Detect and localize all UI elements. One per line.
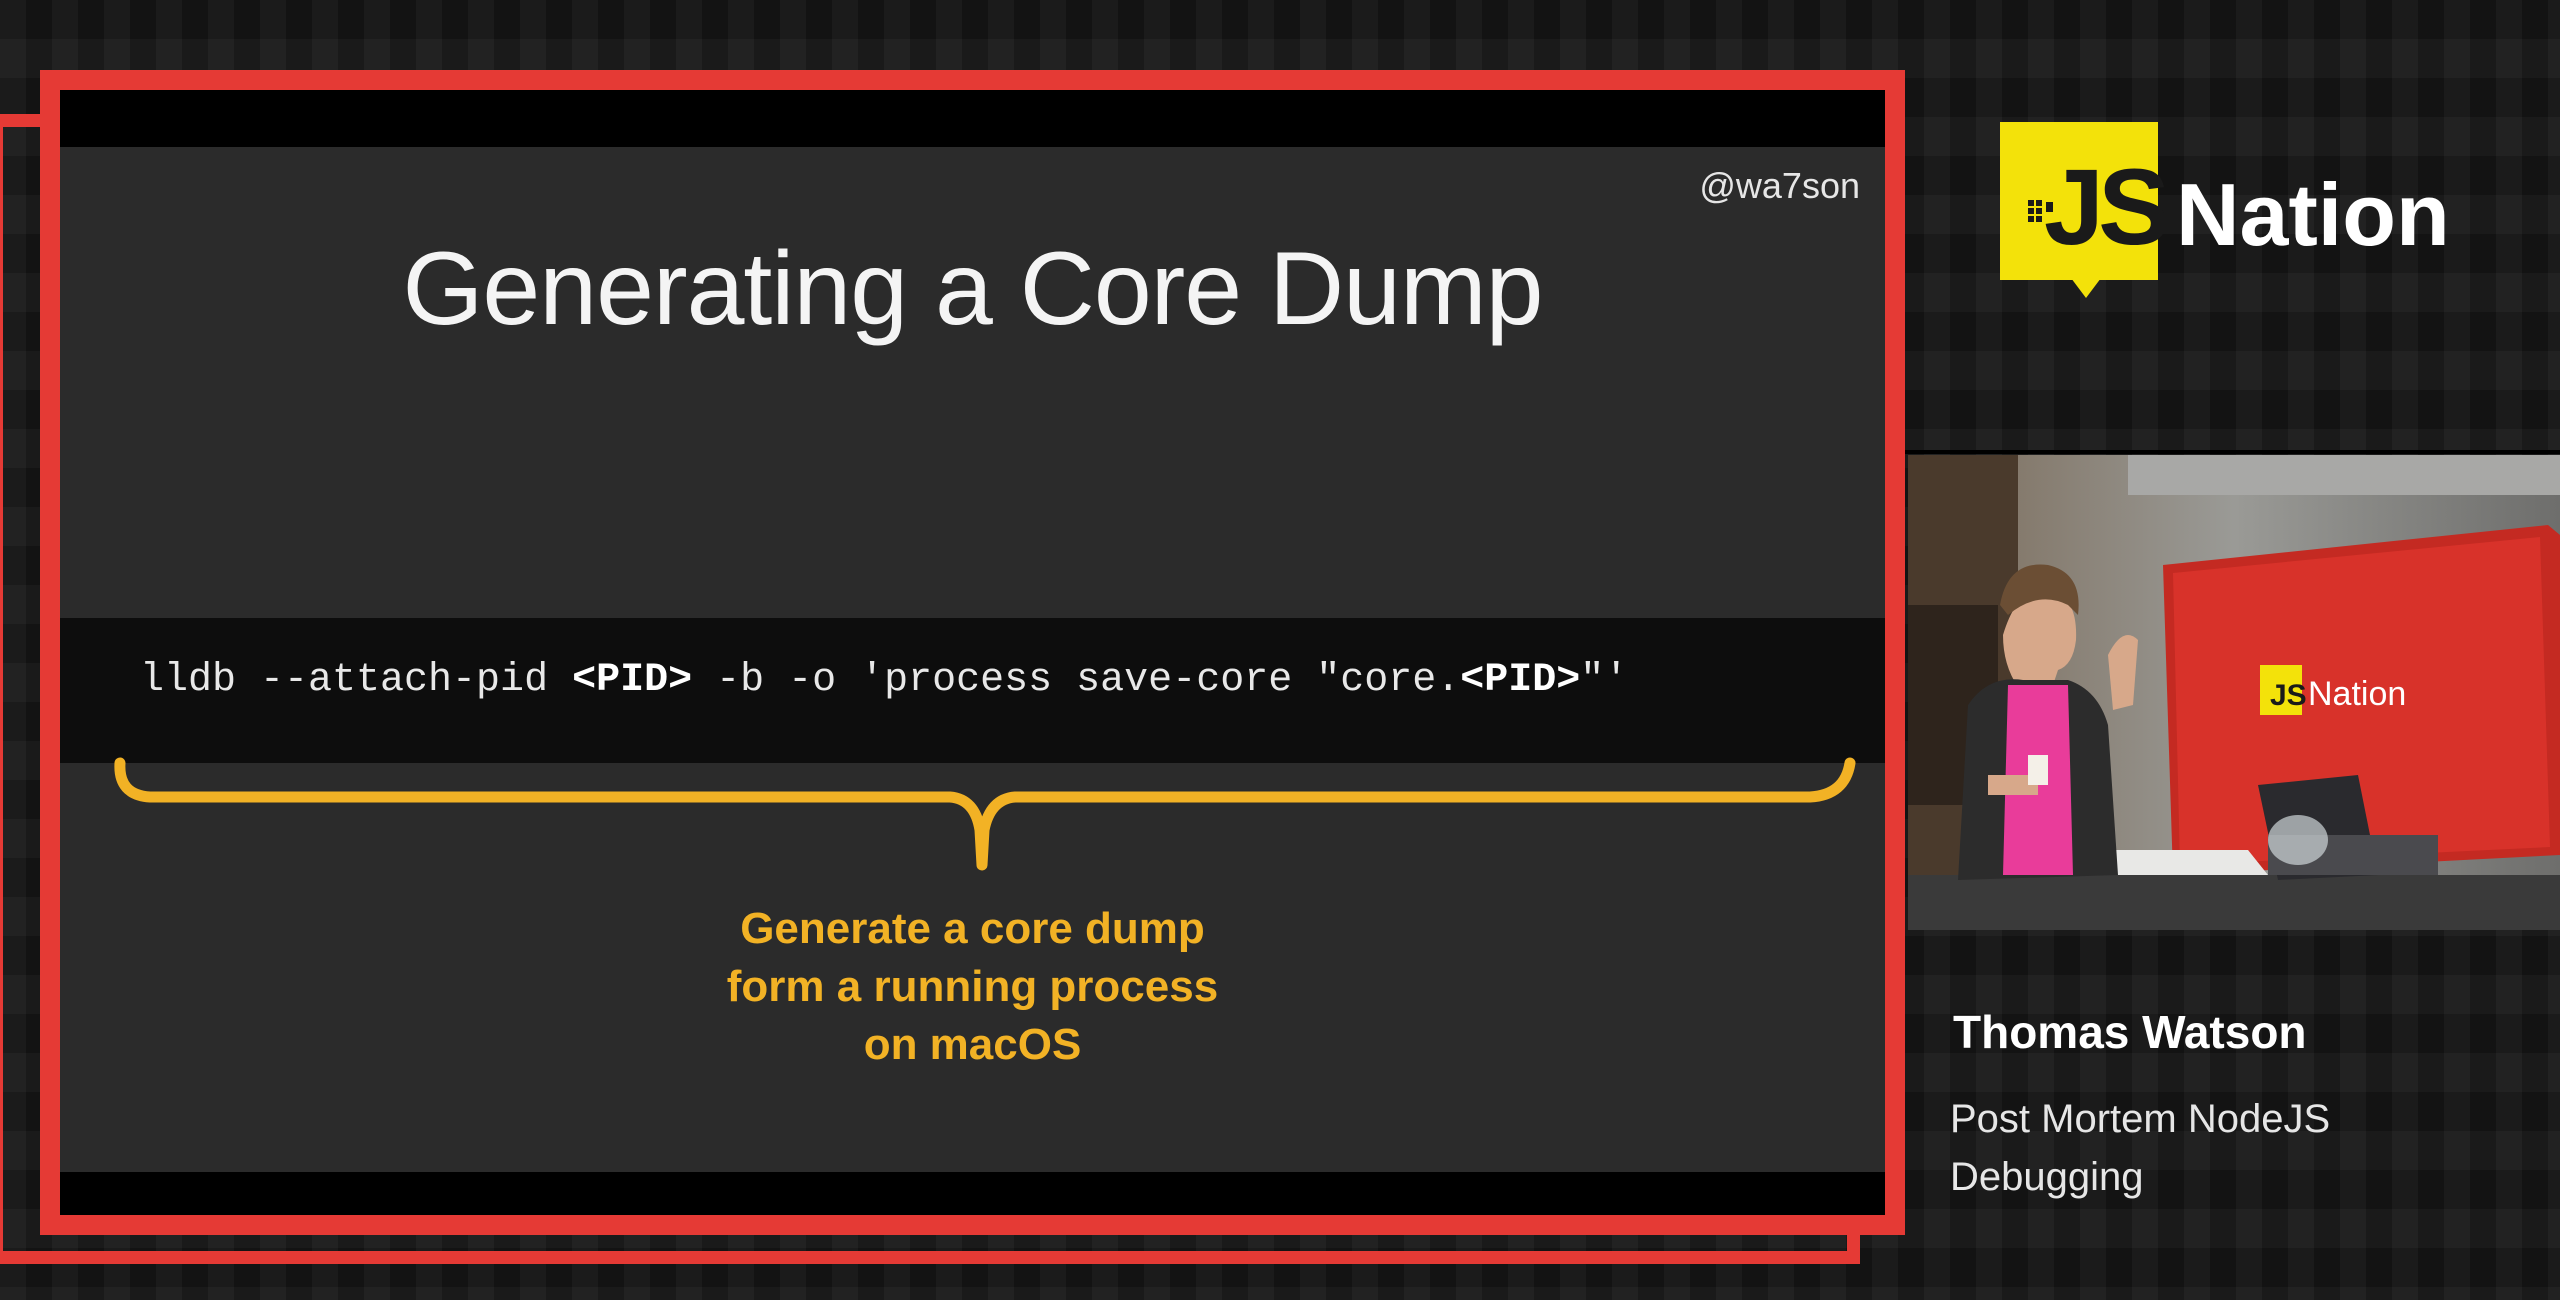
curly-brace-annotation xyxy=(114,757,1856,871)
caption-line-3: on macOS xyxy=(863,1020,1082,1069)
logo-badge-tail xyxy=(2068,274,2104,298)
logo-wordmark: Nation xyxy=(2176,165,2450,264)
speaker-name: Thomas Watson xyxy=(1953,1006,2307,1058)
slide-twitter-handle: @wa7son xyxy=(1699,165,1860,206)
caption-line-2: form a running process xyxy=(726,962,1219,1011)
svg-text:Nation: Nation xyxy=(2308,675,2406,713)
slide-title: Generating a Core Dump xyxy=(402,231,1544,347)
talk-title: Post Mortem NodeJS Debugging xyxy=(1950,1097,2331,1199)
slide-caption: Generate a core dump form a running proc… xyxy=(60,900,1885,1074)
code-part-1: lldb --attach-pid xyxy=(140,658,573,703)
camera-scene-image: JS Nation xyxy=(1908,455,2560,930)
code-pid-1: <PID> xyxy=(572,658,693,703)
panel-divider xyxy=(1905,450,2560,454)
code-command: lldb --attach-pid <PID> -b -o 'process s… xyxy=(140,658,1860,703)
code-pid-2: <PID> xyxy=(1460,658,1581,703)
svg-text:JS: JS xyxy=(2270,679,2307,712)
code-part-3: "' xyxy=(1580,658,1629,703)
speaker-camera-feed: JS Nation xyxy=(1908,455,2560,930)
presentation-slide: @wa7son Generating a Core Dump lldb --at… xyxy=(60,90,1885,1215)
code-part-2: -b -o 'process save-core "core. xyxy=(692,658,1461,703)
logo-mark: JS xyxy=(2044,146,2170,267)
caption-line-1: Generate a core dump xyxy=(740,904,1205,953)
